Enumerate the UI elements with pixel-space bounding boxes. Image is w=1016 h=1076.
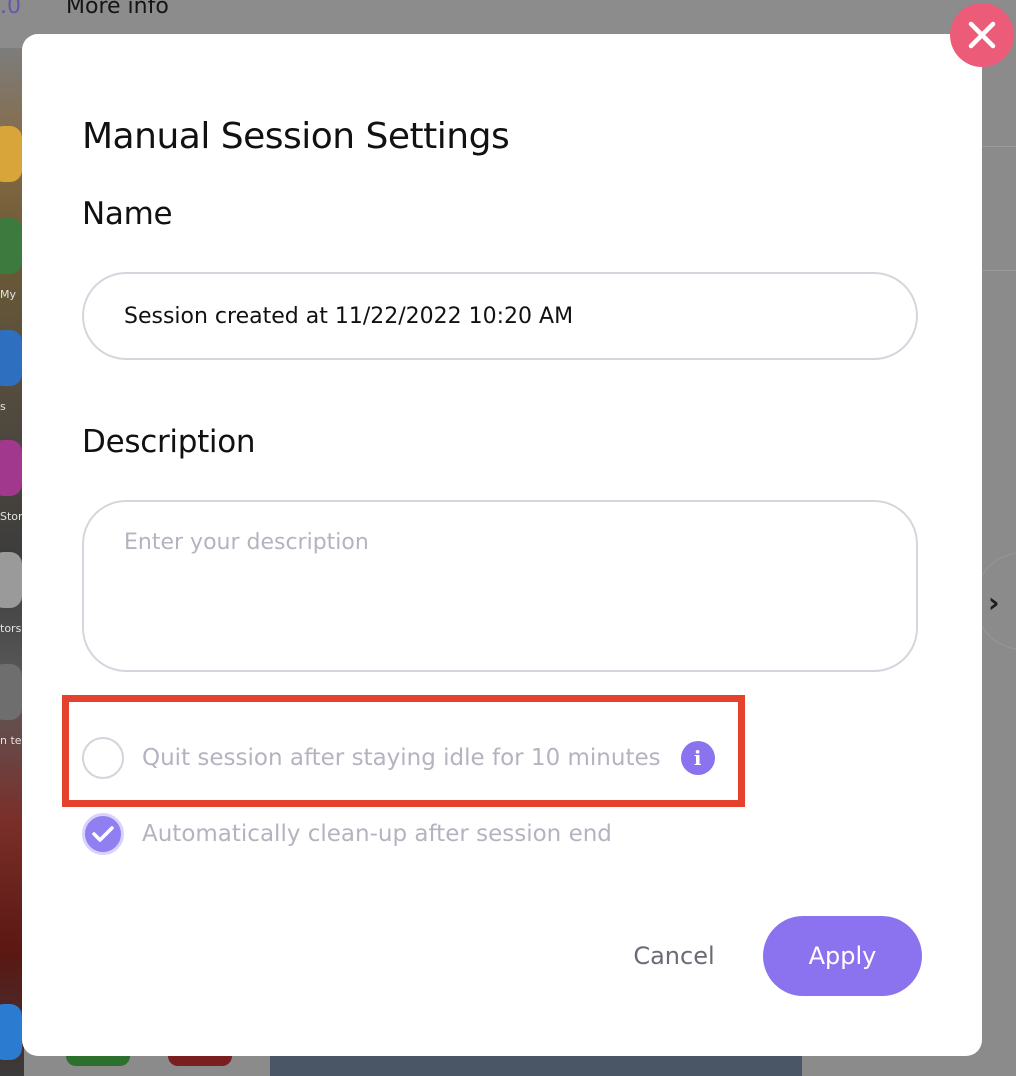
background-app-icon-label: tors xyxy=(0,622,22,635)
background-version-text: .0 xyxy=(0,0,21,19)
cancel-button[interactable]: Cancel xyxy=(612,916,736,996)
modal-title: Manual Session Settings xyxy=(82,116,510,158)
info-icon-glyph: i xyxy=(693,746,702,770)
background-device-preview: My s Stor tors n te xyxy=(0,48,24,1076)
description-label: Description xyxy=(82,424,256,460)
background-app-icon xyxy=(0,330,22,386)
auto-cleanup-option[interactable]: Automatically clean-up after session end xyxy=(82,811,612,857)
check-icon xyxy=(92,826,114,842)
name-label: Name xyxy=(82,196,173,232)
background-app-icon xyxy=(0,218,22,274)
apply-button[interactable]: Apply xyxy=(763,916,922,996)
background-app-icon xyxy=(0,1004,22,1060)
background-app-icon xyxy=(0,552,22,608)
chevron-right-icon: › xyxy=(988,586,1000,619)
background-divider xyxy=(982,146,1016,147)
idle-quit-option[interactable]: Quit session after staying idle for 10 m… xyxy=(82,735,715,781)
session-settings-modal: Manual Session Settings Name Description… xyxy=(22,34,982,1056)
background-app-icon-label: Stor xyxy=(0,510,23,523)
background-bottom-bar xyxy=(270,1054,802,1076)
idle-quit-label: Quit session after staying idle for 10 m… xyxy=(142,745,661,771)
session-description-input[interactable] xyxy=(82,500,918,672)
background-app-icon-label: My xyxy=(0,288,17,301)
idle-quit-checkbox[interactable] xyxy=(82,737,124,779)
background-more-info-link: More info xyxy=(66,0,169,19)
background-app-icon xyxy=(0,126,22,182)
close-button[interactable] xyxy=(950,3,1014,67)
info-icon[interactable]: i xyxy=(680,741,715,775)
background-app-icon-label: n te xyxy=(0,734,22,747)
close-icon xyxy=(968,21,996,49)
auto-cleanup-label: Automatically clean-up after session end xyxy=(142,821,612,847)
background-app-icon xyxy=(0,440,22,496)
background-app-icon-label: s xyxy=(0,400,6,413)
auto-cleanup-checkbox[interactable] xyxy=(82,813,124,855)
session-name-input[interactable] xyxy=(82,272,918,360)
background-app-icon xyxy=(0,664,22,720)
background-divider xyxy=(982,270,1016,271)
